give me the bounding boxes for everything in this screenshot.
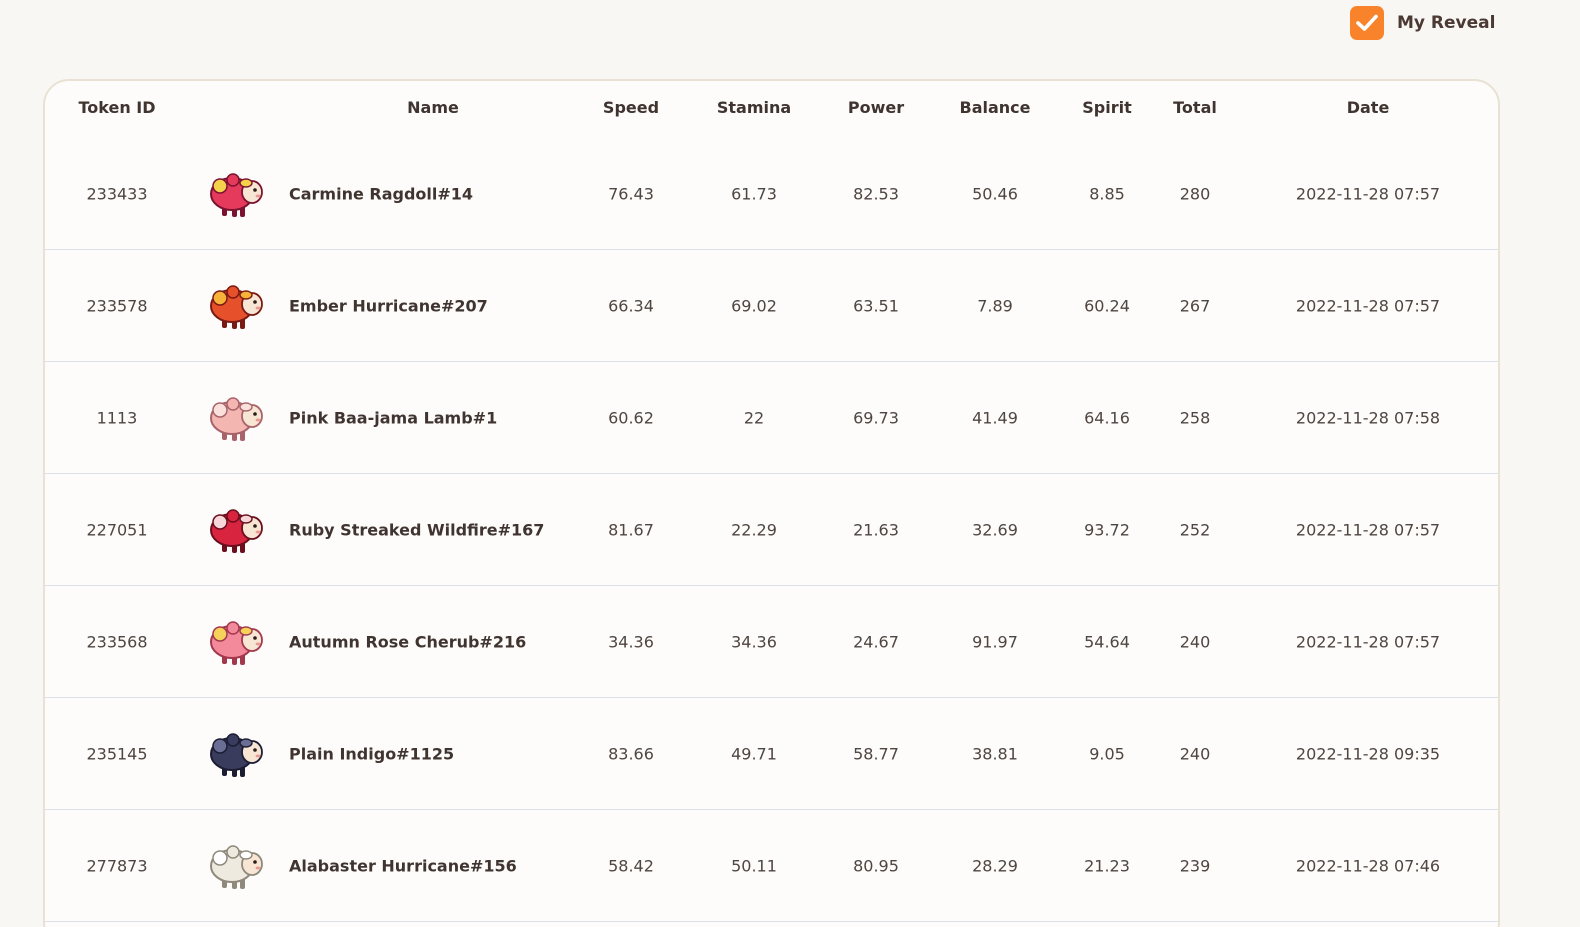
power-cell: 58.77 <box>853 744 899 763</box>
spirit-cell: 64.16 <box>1084 408 1130 427</box>
column-header-spirit: Spirit <box>1082 98 1132 117</box>
table-row[interactable]: 277873 58.42 50.11 80.95 28.29 21.23 239 2022-1… <box>45 810 1498 922</box>
spirit-cell: 93.72 <box>1084 520 1130 539</box>
token-id-cell: 233568 <box>86 632 148 651</box>
column-header-name: Name <box>407 98 459 117</box>
sheep-name-cell: Carmine Ragdoll#14 <box>289 184 474 203</box>
token-id-cell: 235145 <box>86 744 148 763</box>
token-id-cell: 1113 <box>96 408 138 427</box>
stamina-cell: 22 <box>743 408 765 427</box>
power-cell: 82.53 <box>853 184 899 203</box>
stamina-cell: 49.71 <box>731 744 777 763</box>
date-cell: 2022-11-28 07:57 <box>1295 520 1441 539</box>
table-header: Token ID Name Speed Stamina Power Balanc… <box>45 81 1498 141</box>
date-cell: 2022-11-28 07:57 <box>1295 184 1441 203</box>
column-header-date: Date <box>1346 98 1390 117</box>
stamina-cell: 22.29 <box>731 520 777 539</box>
token-id-cell: 227051 <box>86 520 148 539</box>
sheep-avatar-icon <box>208 838 266 894</box>
speed-cell: 58.42 <box>608 856 654 875</box>
checkbox-checked-icon[interactable] <box>1350 6 1384 40</box>
speed-cell: 60.62 <box>608 408 654 427</box>
stamina-cell: 34.36 <box>731 632 777 651</box>
total-cell: 267 <box>1179 296 1211 315</box>
column-header-speed: Speed <box>602 98 660 117</box>
balance-cell: 32.69 <box>972 520 1018 539</box>
sheep-avatar-icon <box>208 614 266 670</box>
table-row[interactable]: 235145 83.66 49.71 58.77 38.81 9.05 240 2022-11… <box>45 698 1498 810</box>
speed-cell: 81.67 <box>608 520 654 539</box>
stamina-cell: 50.11 <box>731 856 777 875</box>
speed-cell: 34.36 <box>608 632 654 651</box>
sheep-avatar-icon <box>208 278 266 334</box>
sheep-avatar-icon <box>208 726 266 782</box>
speed-cell: 76.43 <box>608 184 654 203</box>
spirit-cell: 54.64 <box>1084 632 1130 651</box>
column-header-total: Total <box>1173 98 1217 117</box>
power-cell: 24.67 <box>853 632 899 651</box>
total-cell: 280 <box>1179 184 1211 203</box>
date-cell: 2022-11-28 07:57 <box>1295 296 1441 315</box>
balance-cell: 50.46 <box>972 184 1018 203</box>
speed-cell: 66.34 <box>608 296 654 315</box>
balance-cell: 41.49 <box>972 408 1018 427</box>
sheep-avatar-icon <box>208 390 266 446</box>
column-header-power: Power <box>847 98 905 117</box>
sheep-name-cell: Ember Hurricane#207 <box>289 296 488 315</box>
sheep-name-cell: Plain Indigo#1125 <box>289 744 455 763</box>
total-cell: 240 <box>1179 744 1211 763</box>
balance-cell: 38.81 <box>972 744 1018 763</box>
table-row[interactable]: 233568 34.36 34.36 24.67 91.97 54.64 240 2022-1… <box>45 586 1498 698</box>
spirit-cell: 9.05 <box>1089 744 1125 763</box>
column-header-token-id: Token ID <box>78 98 156 117</box>
date-cell: 2022-11-28 07:57 <box>1295 632 1441 651</box>
column-header-balance: Balance <box>959 98 1031 117</box>
total-cell: 239 <box>1179 856 1211 875</box>
power-cell: 80.95 <box>853 856 899 875</box>
power-cell: 63.51 <box>853 296 899 315</box>
power-cell: 21.63 <box>853 520 899 539</box>
stamina-cell: 61.73 <box>731 184 777 203</box>
total-cell: 240 <box>1179 632 1211 651</box>
sheep-avatar-icon <box>208 502 266 558</box>
date-cell: 2022-11-28 09:35 <box>1295 744 1441 763</box>
my-reveal-label[interactable]: My Reveal <box>1397 13 1495 33</box>
table-row[interactable]: 1113 60.62 22 69.73 41.49 64.16 258 2022-11-28 … <box>45 362 1498 474</box>
total-cell: 258 <box>1179 408 1211 427</box>
table-row[interactable]: 233578 66.34 69.02 63.51 7.89 60.24 267 2022-11… <box>45 250 1498 362</box>
table-row[interactable]: 233433 76.43 61.73 82.53 50.46 8.85 280 2022-11… <box>45 138 1498 250</box>
spirit-cell: 21.23 <box>1084 856 1130 875</box>
token-id-cell: 233433 <box>86 184 148 203</box>
token-id-cell: 277873 <box>86 856 148 875</box>
sheep-avatar-icon <box>208 166 266 222</box>
reveal-table: Token ID Name Speed Stamina Power Balanc… <box>43 79 1500 927</box>
sheep-name-cell: Autumn Rose Cherub#216 <box>289 632 527 651</box>
balance-cell: 28.29 <box>972 856 1018 875</box>
total-cell: 252 <box>1179 520 1211 539</box>
sheep-name-cell: Pink Baa-jama Lamb#1 <box>289 408 498 427</box>
column-header-stamina: Stamina <box>716 98 792 117</box>
power-cell: 69.73 <box>853 408 899 427</box>
date-cell: 2022-11-28 07:58 <box>1295 408 1441 427</box>
balance-cell: 7.89 <box>977 296 1013 315</box>
spirit-cell: 60.24 <box>1084 296 1130 315</box>
my-reveal-toggle[interactable]: My Reveal <box>1350 6 1495 40</box>
table-row[interactable]: 227051 81.67 22.29 21.63 32.69 93.72 252 2022-1… <box>45 474 1498 586</box>
stamina-cell: 69.02 <box>731 296 777 315</box>
spirit-cell: 8.85 <box>1089 184 1125 203</box>
date-cell: 2022-11-28 07:46 <box>1295 856 1441 875</box>
sheep-name-cell: Ruby Streaked Wildfire#167 <box>289 520 545 539</box>
balance-cell: 91.97 <box>972 632 1018 651</box>
token-id-cell: 233578 <box>86 296 148 315</box>
speed-cell: 83.66 <box>608 744 654 763</box>
sheep-name-cell: Alabaster Hurricane#156 <box>289 856 517 875</box>
